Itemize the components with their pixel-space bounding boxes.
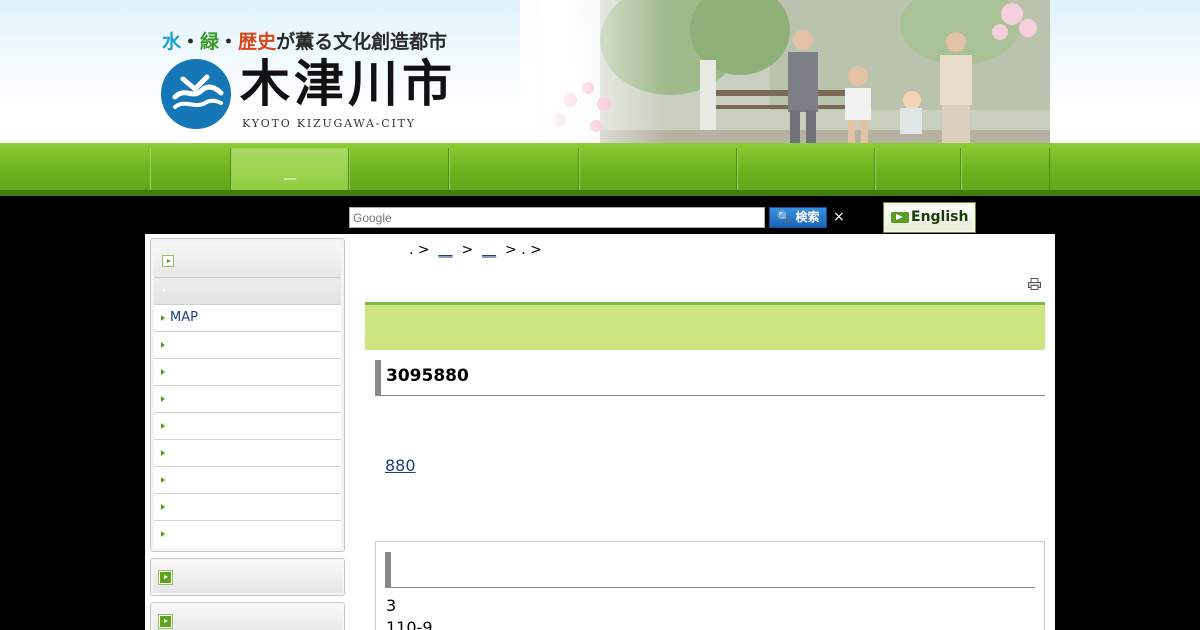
site-header: 水・緑・歴史が薫る文化創造都市 木津川市 KYOTO KIZUGAWA-CITY: [0, 0, 1200, 196]
arrow-right-icon: [161, 477, 165, 483]
city-name-logo[interactable]: 木津川市: [240, 54, 456, 114]
nav-item-4[interactable]: [449, 148, 579, 196]
arrow-right-icon: [162, 255, 174, 267]
arrow-right-icon: [161, 423, 165, 429]
arrow-right-icon: [161, 504, 165, 510]
arrow-right-icon: [163, 288, 166, 292]
sidebar-item[interactable]: [154, 440, 341, 467]
sidebar-item[interactable]: [154, 413, 341, 440]
tagline-history: 歴史: [238, 31, 277, 53]
nav-item-7[interactable]: [875, 148, 961, 196]
info-box: 3 110-9: [375, 541, 1045, 630]
breadcrumb-separator: >: [505, 242, 517, 258]
sidebar-item[interactable]: [154, 467, 341, 494]
left-sidebar: MAP: [150, 238, 345, 630]
page-title-bar: [365, 302, 1045, 350]
arrow-right-icon: [161, 369, 165, 375]
breadcrumb-link[interactable]: __: [482, 242, 496, 258]
sidebar-item[interactable]: [154, 494, 341, 521]
nav-item-5[interactable]: [579, 148, 737, 196]
family-photo: [540, 0, 1050, 150]
side-menu-subheader[interactable]: [154, 278, 341, 305]
clear-search-icon[interactable]: ×: [833, 207, 845, 227]
nav-item-3[interactable]: [349, 148, 449, 196]
search-button[interactable]: 🔍 検索: [769, 207, 827, 228]
breadcrumb-separator: >: [461, 242, 474, 258]
arrow-right-icon: [161, 531, 165, 537]
arrow-right-icon: [161, 450, 165, 456]
sidebar-item[interactable]: [154, 386, 341, 413]
main-content: MAP . > __ > __ > . > 3095880 880 3 110-…: [145, 234, 1055, 630]
city-subtitle: KYOTO KIZUGAWA-CITY: [242, 117, 416, 130]
nav-item-1[interactable]: [150, 148, 231, 196]
arrow-right-icon: [161, 342, 165, 348]
arrow-right-icon: [161, 396, 165, 402]
breadcrumb-link[interactable]: __: [439, 242, 453, 258]
sidebar-item[interactable]: [154, 359, 341, 386]
arrow-right-icon: [158, 570, 173, 585]
info-text-line: 110-9: [386, 618, 433, 630]
search-input[interactable]: [349, 207, 765, 228]
tagline-green: 緑: [200, 31, 220, 53]
sidebar-item-label: MAP: [170, 310, 198, 325]
arrow-right-icon: [891, 212, 909, 223]
side-menu-header[interactable]: [154, 242, 341, 278]
breadcrumb-item[interactable]: .: [521, 242, 525, 258]
side-menu: MAP: [150, 238, 345, 552]
side-banner-button[interactable]: [150, 558, 345, 596]
arrow-right-icon: [158, 614, 173, 629]
nav-item-6[interactable]: [737, 148, 875, 196]
nav-item-2[interactable]: —: [231, 148, 349, 196]
info-text-line: 3: [386, 596, 397, 615]
print-icon[interactable]: [1028, 278, 1041, 290]
global-nav: —: [150, 148, 1050, 196]
city-tagline: 水・緑・歴史が薫る文化創造都市: [162, 27, 447, 54]
sidebar-item-map[interactable]: MAP: [154, 305, 341, 332]
content-link[interactable]: 880: [385, 456, 416, 475]
breadcrumb-separator: >: [417, 242, 430, 258]
city-emblem-icon[interactable]: [161, 59, 231, 129]
english-button[interactable]: English: [883, 202, 976, 233]
tagline-dot: ・: [181, 31, 201, 53]
nav-item-8[interactable]: [961, 148, 1050, 196]
arrow-right-icon: [161, 315, 165, 321]
tagline-water: 水: [162, 31, 182, 53]
nav-bottom-strip: [0, 190, 1200, 196]
info-box-heading: [385, 552, 1035, 588]
sidebar-item[interactable]: [154, 332, 341, 359]
section-heading: 3095880: [375, 360, 1045, 396]
nav-item-label: —: [283, 171, 297, 187]
english-label: English: [911, 209, 969, 225]
sidebar-item[interactable]: [154, 521, 341, 548]
tagline-rest: が薫る文化創造都市: [276, 31, 448, 53]
tagline-dot: ・: [219, 31, 239, 53]
breadcrumb-item[interactable]: .: [409, 242, 413, 258]
breadcrumb: . > __ > __ > . >: [409, 242, 542, 258]
side-banner-button[interactable]: [150, 602, 345, 630]
breadcrumb-separator: >: [530, 242, 542, 258]
